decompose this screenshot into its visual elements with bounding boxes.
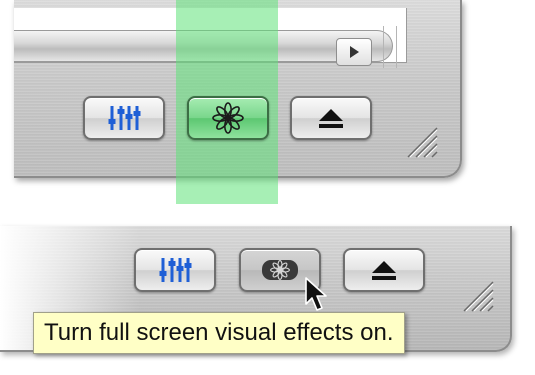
scroll-right-arrow-icon: [349, 46, 359, 58]
visualizer-tooltip: Turn full screen visual effects on.: [33, 312, 405, 354]
eject-icon: [316, 107, 346, 129]
resize-grip-icon[interactable]: [460, 278, 494, 312]
itunes-controls-screenshot: Turn full screen visual effects on.: [0, 0, 535, 375]
equalizer-button-bottom[interactable]: [134, 248, 216, 292]
visualizer-button[interactable]: [187, 96, 269, 140]
visualizer-flower-icon: [211, 101, 245, 135]
equalizer-icon: [104, 103, 144, 133]
scroll-right-button[interactable]: [336, 38, 372, 66]
equalizer-button[interactable]: [83, 96, 165, 140]
visualizer-flower-icon: [260, 257, 300, 283]
scrollbar-divider: [383, 26, 397, 68]
eject-button[interactable]: [290, 96, 372, 140]
resize-grip-icon[interactable]: [404, 124, 438, 158]
arrow-cursor-icon: [305, 277, 327, 311]
eject-icon: [369, 259, 399, 281]
equalizer-icon: [155, 255, 195, 285]
eject-button-bottom[interactable]: [343, 248, 425, 292]
